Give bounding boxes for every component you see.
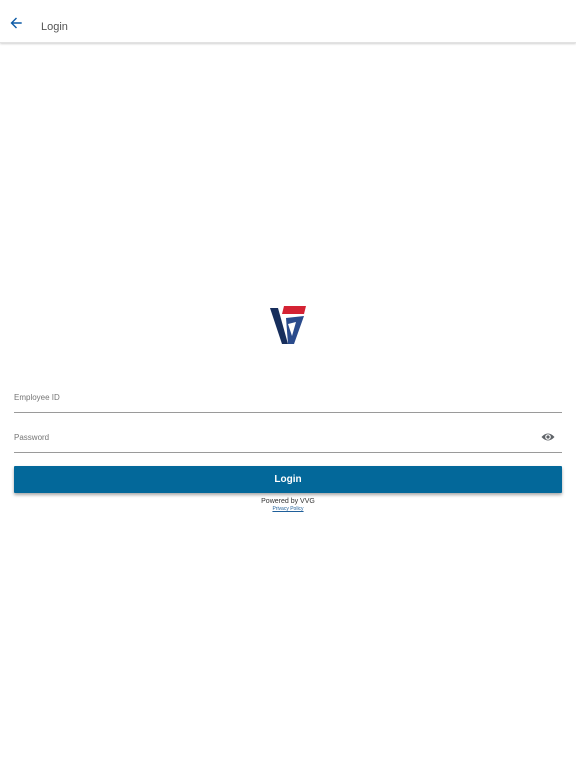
employee-id-field bbox=[14, 383, 562, 413]
privacy-policy-link[interactable]: Privacy Policy bbox=[272, 506, 303, 512]
password-field bbox=[14, 423, 562, 453]
powered-by-text: Powered by VVG bbox=[261, 498, 315, 505]
arrow-left-icon bbox=[10, 17, 22, 29]
vvg-logo bbox=[270, 306, 306, 344]
eye-icon[interactable] bbox=[541, 431, 555, 443]
page-title: Login bbox=[41, 21, 68, 33]
employee-id-input[interactable] bbox=[14, 389, 514, 405]
privacy-policy-container: Privacy Policy bbox=[0, 506, 576, 513]
login-button[interactable]: Login bbox=[14, 466, 562, 493]
app-bar: Login bbox=[0, 0, 576, 43]
password-input[interactable] bbox=[14, 429, 514, 445]
back-button[interactable] bbox=[6, 13, 26, 33]
